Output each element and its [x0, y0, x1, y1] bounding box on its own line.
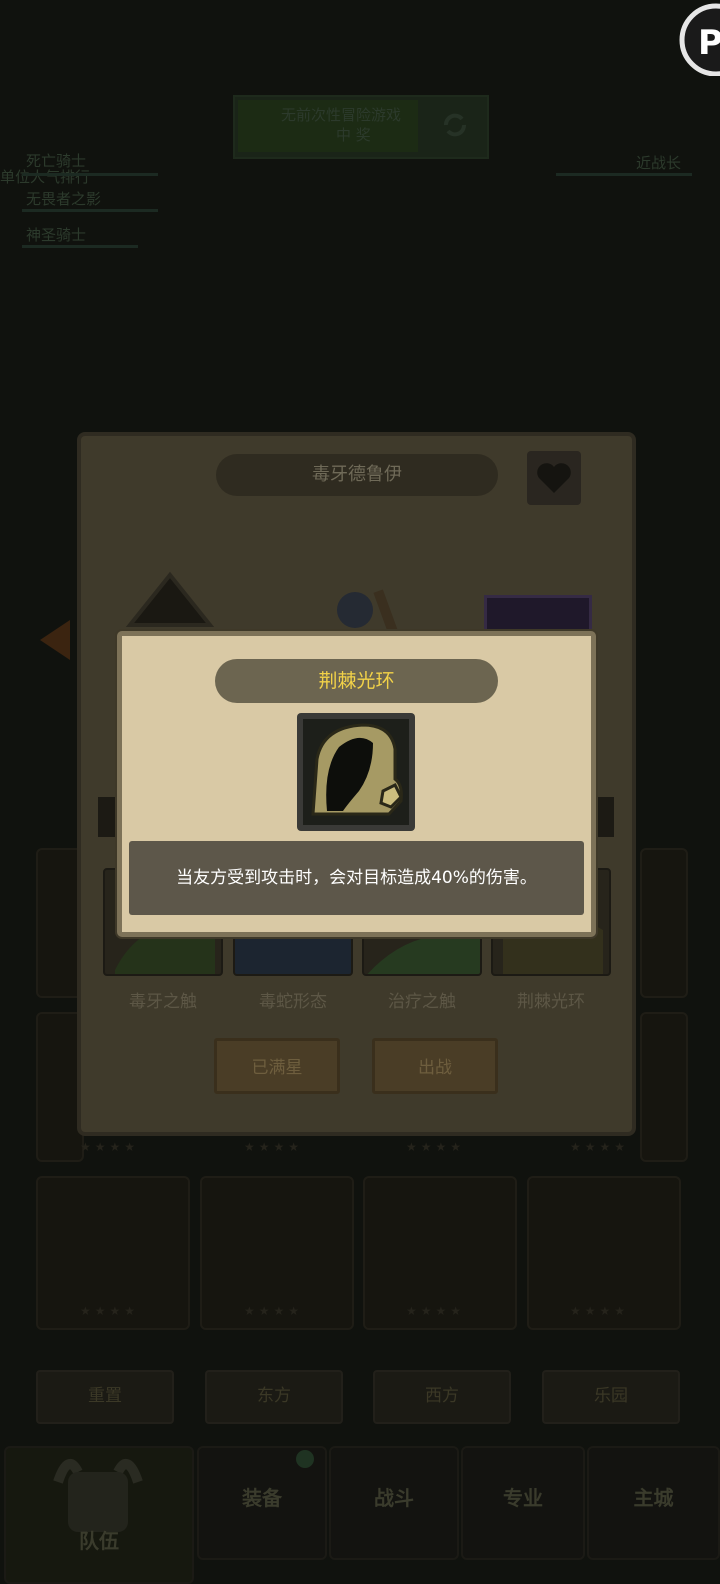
- heart-icon: [537, 463, 571, 493]
- bg-stars: ★★★★: [570, 1140, 630, 1154]
- nav-label-team: 队伍: [79, 1529, 119, 1553]
- skill-description: 当友方受到攻击时，会对目标造成40%的伤害。: [129, 841, 584, 915]
- skill-label-4: 荆棘光环: [517, 992, 585, 1012]
- svg-text:P: P: [698, 23, 720, 63]
- bg-panel-edge: [594, 797, 614, 837]
- skill-label-3: 治疗之触: [388, 992, 456, 1012]
- unit-name-title: 毒牙德鲁伊: [216, 454, 498, 496]
- thorn-aura-icon: [303, 719, 409, 825]
- bg-right-label: 近战长: [636, 154, 682, 172]
- bg-stars: ★★★★: [406, 1304, 466, 1318]
- favorite-button[interactable]: [527, 451, 581, 505]
- bg-stars: ★★★★: [244, 1304, 304, 1318]
- bg-event-title: 无前次性冒险游戏: [281, 106, 402, 124]
- prev-arrow-icon[interactable]: [30, 615, 80, 665]
- bg-list-overlap: 单位人气排行: [0, 168, 91, 186]
- app-logo-icon: P: [679, 3, 720, 76]
- skill-label-1: 毒牙之触: [129, 992, 197, 1012]
- bg-filter-button[interactable]: 西方: [373, 1370, 511, 1424]
- bg-list-item-3: 神圣骑士: [26, 226, 87, 244]
- nav-tab-profession[interactable]: 专业: [461, 1446, 585, 1560]
- nav-tab-team[interactable]: 队伍: [4, 1446, 194, 1584]
- bg-stars: ★★★★: [80, 1304, 140, 1318]
- bg-filter-button[interactable]: 东方: [205, 1370, 343, 1424]
- nav-label-battle: 战斗: [374, 1486, 414, 1510]
- bg-event-sub: 中 奖: [336, 126, 371, 144]
- nav-label-profession: 专业: [503, 1486, 543, 1510]
- bg-filter-button[interactable]: 乐园: [542, 1370, 680, 1424]
- bg-stars: ★★★★: [80, 1140, 140, 1154]
- nav-label-equipment: 装备: [242, 1486, 282, 1510]
- skill-popup-title: 荆棘光环: [215, 659, 498, 703]
- bg-list-item-2: 无畏者之影: [26, 190, 102, 208]
- nav-tab-city[interactable]: 主城: [587, 1446, 720, 1560]
- nav-label-city: 主城: [633, 1486, 674, 1510]
- bg-divider: [22, 173, 158, 176]
- bg-unit-card: [640, 1012, 688, 1162]
- bg-divider: [556, 173, 692, 176]
- max-star-button[interactable]: 已满星: [214, 1038, 340, 1094]
- bg-divider: [22, 245, 138, 248]
- deploy-button[interactable]: 出战: [372, 1038, 498, 1094]
- bg-stars: ★★★★: [570, 1304, 630, 1318]
- notification-dot: [296, 1450, 314, 1468]
- unit-portrait: [337, 589, 399, 635]
- bg-stars: ★★★★: [244, 1140, 304, 1154]
- bg-unit-card: [640, 848, 688, 998]
- bg-stars: ★★★★: [406, 1140, 466, 1154]
- skill-icon-frame: [297, 713, 415, 831]
- skill-label-2: 毒蛇形态: [259, 992, 327, 1012]
- bg-filter-button[interactable]: 重置: [36, 1370, 174, 1424]
- nav-tab-battle[interactable]: 战斗: [329, 1446, 459, 1560]
- refresh-icon: [444, 113, 466, 137]
- bg-divider: [22, 209, 158, 212]
